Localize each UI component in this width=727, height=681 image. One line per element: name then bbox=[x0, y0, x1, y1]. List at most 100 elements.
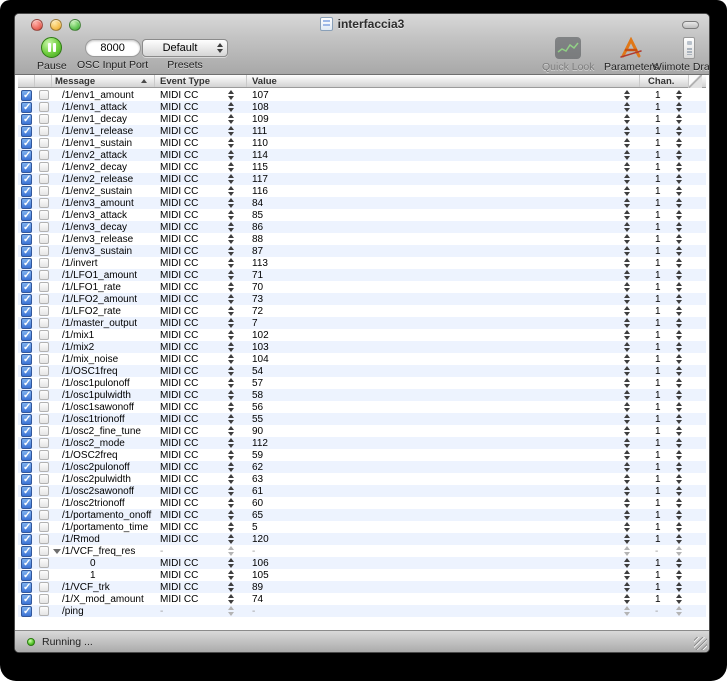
value-popup-arrows-icon[interactable] bbox=[624, 186, 630, 196]
event-type-cell[interactable]: MIDI CC bbox=[155, 281, 247, 293]
value-cell[interactable]: 54 bbox=[247, 365, 640, 377]
value-cell[interactable]: 5 bbox=[247, 521, 640, 533]
event-type-popup-arrows-icon[interactable] bbox=[228, 390, 234, 400]
table-row[interactable]: /1/env2_decay MIDI CC 115 1 bbox=[18, 161, 706, 173]
event-type-popup-arrows-icon[interactable] bbox=[228, 426, 234, 436]
value-popup-arrows-icon[interactable] bbox=[624, 222, 630, 232]
channel-popup-arrows-icon[interactable] bbox=[676, 342, 682, 352]
event-type-popup-arrows-icon[interactable] bbox=[228, 354, 234, 364]
table-row[interactable]: /1/OSC2freq MIDI CC 59 1 bbox=[18, 449, 706, 461]
secondary-checkbox[interactable] bbox=[35, 149, 52, 161]
value-cell[interactable]: 88 bbox=[247, 233, 640, 245]
table-row[interactable]: /1/mix1 MIDI CC 102 1 bbox=[18, 329, 706, 341]
secondary-checkbox[interactable] bbox=[35, 353, 52, 365]
event-type-cell[interactable]: MIDI CC bbox=[155, 161, 247, 173]
value-popup-arrows-icon[interactable] bbox=[624, 366, 630, 376]
channel-cell[interactable]: 1 bbox=[640, 401, 688, 413]
event-type-cell[interactable]: MIDI CC bbox=[155, 257, 247, 269]
enabled-checkbox[interactable] bbox=[18, 449, 35, 461]
channel-popup-arrows-icon[interactable] bbox=[676, 258, 682, 268]
value-cell[interactable]: 105 bbox=[247, 569, 640, 581]
table-row[interactable]: /1/VCF_freq_res - - - bbox=[18, 545, 706, 557]
secondary-checkbox[interactable] bbox=[35, 389, 52, 401]
channel-cell[interactable]: 1 bbox=[640, 473, 688, 485]
enabled-checkbox[interactable] bbox=[18, 113, 35, 125]
column-header-value[interactable]: Value bbox=[247, 75, 640, 87]
event-type-popup-arrows-icon[interactable] bbox=[228, 102, 234, 112]
table-row[interactable]: /1/osc2sawonoff MIDI CC 61 1 bbox=[18, 485, 706, 497]
value-popup-arrows-icon[interactable] bbox=[624, 534, 630, 544]
table-row[interactable]: /1/osc2pulonoff MIDI CC 62 1 bbox=[18, 461, 706, 473]
channel-cell[interactable]: 1 bbox=[640, 329, 688, 341]
event-type-cell[interactable]: MIDI CC bbox=[155, 377, 247, 389]
secondary-checkbox[interactable] bbox=[35, 581, 52, 593]
secondary-checkbox[interactable] bbox=[35, 377, 52, 389]
channel-popup-arrows-icon[interactable] bbox=[676, 90, 682, 100]
event-type-cell[interactable]: MIDI CC bbox=[155, 209, 247, 221]
value-popup-arrows-icon[interactable] bbox=[624, 306, 630, 316]
secondary-checkbox[interactable] bbox=[35, 197, 52, 209]
event-type-cell[interactable]: MIDI CC bbox=[155, 305, 247, 317]
enabled-checkbox[interactable] bbox=[18, 509, 35, 521]
event-type-cell[interactable]: MIDI CC bbox=[155, 473, 247, 485]
parameters-button[interactable]: Parameters bbox=[604, 36, 658, 73]
table-row[interactable]: /1/VCF_trk MIDI CC 89 1 bbox=[18, 581, 706, 593]
channel-popup-arrows-icon[interactable] bbox=[676, 282, 682, 292]
event-type-cell[interactable]: MIDI CC bbox=[155, 173, 247, 185]
enabled-checkbox[interactable] bbox=[18, 365, 35, 377]
value-cell[interactable]: 84 bbox=[247, 197, 640, 209]
value-popup-arrows-icon[interactable] bbox=[624, 150, 630, 160]
secondary-checkbox[interactable] bbox=[35, 101, 52, 113]
enabled-checkbox[interactable] bbox=[18, 389, 35, 401]
secondary-checkbox[interactable] bbox=[35, 521, 52, 533]
enabled-checkbox[interactable] bbox=[18, 437, 35, 449]
column-header-event-type[interactable]: Event Type bbox=[155, 75, 247, 87]
channel-popup-arrows-icon[interactable] bbox=[676, 270, 682, 280]
secondary-checkbox[interactable] bbox=[35, 605, 52, 617]
table-row[interactable]: /ping - - - bbox=[18, 605, 706, 617]
secondary-checkbox[interactable] bbox=[35, 245, 52, 257]
event-type-popup-arrows-icon[interactable] bbox=[228, 282, 234, 292]
channel-cell[interactable]: 1 bbox=[640, 233, 688, 245]
channel-popup-arrows-icon[interactable] bbox=[676, 150, 682, 160]
channel-cell[interactable]: 1 bbox=[640, 497, 688, 509]
secondary-checkbox[interactable] bbox=[35, 221, 52, 233]
secondary-checkbox[interactable] bbox=[35, 425, 52, 437]
table-row[interactable]: /1/osc2trionoff MIDI CC 60 1 bbox=[18, 497, 706, 509]
value-cell[interactable]: - bbox=[247, 605, 640, 617]
channel-cell[interactable]: 1 bbox=[640, 353, 688, 365]
secondary-checkbox[interactable] bbox=[35, 113, 52, 125]
secondary-checkbox[interactable] bbox=[35, 281, 52, 293]
event-type-popup-arrows-icon[interactable] bbox=[228, 546, 234, 556]
table-row[interactable]: /1/env1_amount MIDI CC 107 1 bbox=[18, 89, 706, 101]
channel-popup-arrows-icon[interactable] bbox=[676, 198, 682, 208]
table-row[interactable]: /1/master_output MIDI CC 7 1 bbox=[18, 317, 706, 329]
channel-cell[interactable]: - bbox=[640, 545, 688, 557]
quick-look-button[interactable]: Quick Look bbox=[542, 37, 595, 73]
channel-popup-arrows-icon[interactable] bbox=[676, 510, 682, 520]
value-cell[interactable]: 109 bbox=[247, 113, 640, 125]
table-row[interactable]: 1 MIDI CC 105 1 bbox=[18, 569, 706, 581]
event-type-popup-arrows-icon[interactable] bbox=[228, 210, 234, 220]
table-row[interactable]: /1/portamento_onoff MIDI CC 65 1 bbox=[18, 509, 706, 521]
value-cell[interactable]: 90 bbox=[247, 425, 640, 437]
value-popup-arrows-icon[interactable] bbox=[624, 390, 630, 400]
value-cell[interactable]: 113 bbox=[247, 257, 640, 269]
event-type-popup-arrows-icon[interactable] bbox=[228, 594, 234, 604]
osc-input-port-field[interactable] bbox=[84, 39, 141, 57]
channel-popup-arrows-icon[interactable] bbox=[676, 534, 682, 544]
value-popup-arrows-icon[interactable] bbox=[624, 102, 630, 112]
value-popup-arrows-icon[interactable] bbox=[624, 138, 630, 148]
channel-popup-arrows-icon[interactable] bbox=[676, 546, 682, 556]
event-type-cell[interactable]: MIDI CC bbox=[155, 461, 247, 473]
table-row[interactable]: /1/env2_release MIDI CC 117 1 bbox=[18, 173, 706, 185]
enabled-checkbox[interactable] bbox=[18, 605, 35, 617]
event-type-popup-arrows-icon[interactable] bbox=[228, 462, 234, 472]
secondary-checkbox[interactable] bbox=[35, 593, 52, 605]
value-cell[interactable]: 57 bbox=[247, 377, 640, 389]
value-cell[interactable]: 87 bbox=[247, 245, 640, 257]
channel-cell[interactable]: 1 bbox=[640, 521, 688, 533]
channel-cell[interactable]: 1 bbox=[640, 485, 688, 497]
event-type-popup-arrows-icon[interactable] bbox=[228, 258, 234, 268]
event-type-popup-arrows-icon[interactable] bbox=[228, 222, 234, 232]
